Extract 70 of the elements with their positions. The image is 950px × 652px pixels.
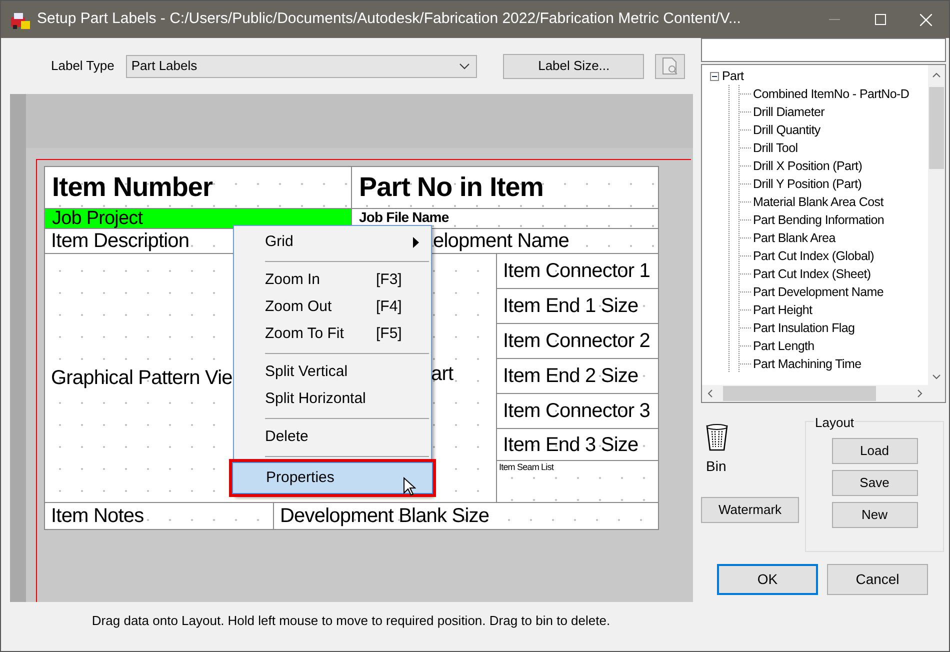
tree-item[interactable]: Part Insulation Flag [753,318,855,338]
label-field[interactable]: Graphical Pattern Vie [45,368,232,388]
menu-item[interactable]: Grid [234,229,431,256]
tree-item[interactable]: Part Length [753,336,814,356]
tree-line [728,301,753,319]
tree-item[interactable]: Part Cut Index (Sheet) [753,264,871,284]
scrollbar-thumb[interactable] [929,86,944,168]
label-size-button[interactable]: Label Size... [503,54,644,78]
menu-item[interactable]: Zoom In [F3] [234,267,431,294]
layout-button[interactable]: Load [832,438,918,464]
maximize-icon [874,14,886,25]
tree-line [728,103,753,121]
tree-item[interactable]: Drill Quantity [753,120,820,140]
bin-icon[interactable] [705,423,729,451]
tree-line [728,193,753,211]
label-type-label: Label Type [51,57,114,76]
watermark-button[interactable]: Watermark [701,497,799,523]
label-type-dropdown[interactable]: Part Labels [126,54,478,78]
vertical-scrollbar[interactable] [928,65,945,385]
scrollbar-thumb[interactable] [723,386,876,401]
menu-item[interactable]: Zoom Out [F4] [234,294,431,321]
search-field[interactable] [701,38,946,62]
tree-line [728,265,753,283]
tree-item[interactable]: Part Machining Time [753,354,862,374]
tree-item[interactable]: Part Height [753,300,812,320]
tree-item[interactable]: Material Blank Area Cost [753,192,884,212]
window-title: Setup Part Labels - C:/Users/Public/Documents/Autodesk/Fabrication 2022/Fabrication Metric Content/V... [37,9,742,30]
layout-button[interactable]: New [832,502,918,528]
tree-item[interactable]: Part [722,66,744,86]
chevron-down-icon [459,62,470,70]
tree-line [728,157,753,175]
dialog-button[interactable]: Cancel [827,564,928,595]
tree-item[interactable]: Drill Diameter [753,102,825,122]
tree-item[interactable]: Combined ItemNo - PartNo-D [753,84,910,104]
tree-line [728,247,753,265]
tree-line [728,139,753,157]
tree-item[interactable]: Drill X Position (Part) [753,156,862,176]
tree-item[interactable]: Part Bending Information [753,210,884,230]
close-icon [920,14,932,26]
dialog-button[interactable]: OK [717,564,818,595]
status-text: Drag data onto Layout. Hold left mouse to move to required position. Drag to bin to delete. [90,612,612,630]
tree-item[interactable]: Drill Tool [753,138,798,158]
menu-item[interactable]: Delete [234,424,431,451]
menu-item[interactable]: Properties [232,462,433,494]
mouse-cursor-icon [403,477,416,496]
tree-line [728,319,753,337]
menu-item[interactable]: Split Horizontal [234,386,431,413]
tree-line [728,229,753,247]
tree-line [728,355,753,373]
bin-label: Bin [706,457,728,476]
layout-button[interactable]: Save [832,470,918,496]
tree-item[interactable]: Part Cut Index (Global) [753,246,874,266]
label-field[interactable]: Item Description [45,231,190,251]
page-icon [662,57,678,75]
tree-item[interactable]: Part Blank Area [753,228,836,248]
minimize-icon [828,18,840,20]
tree-line [728,175,753,193]
tree-line [728,85,753,103]
tree-item[interactable]: Part Development Name [753,282,884,302]
tree-item[interactable]: Drill Y Position (Part) [753,174,862,194]
tree-line [728,337,753,355]
tree-line [728,283,753,301]
tree-line [728,121,753,139]
collapse-icon[interactable] [710,72,719,80]
horizontal-scrollbar[interactable] [702,385,945,402]
menu-item[interactable]: Split Vertical [234,359,431,386]
menu-item[interactable]: Zoom To Fit [F5] [234,321,431,348]
preview-button[interactable] [655,54,686,78]
tree-line [728,211,753,229]
label-field[interactable]: Item Seam List [497,461,554,472]
